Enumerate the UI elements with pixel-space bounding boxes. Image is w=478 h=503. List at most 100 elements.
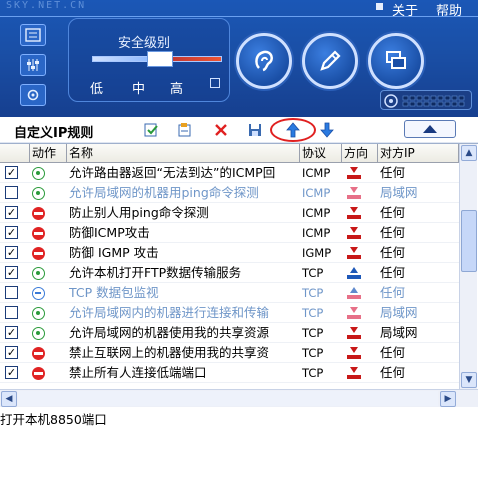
rule-protocol: TCP (302, 306, 324, 320)
options-button[interactable] (20, 84, 46, 106)
app-rules-button[interactable] (236, 33, 292, 89)
rule-protocol: IGMP (302, 246, 332, 260)
rule-name: 防御 IGMP 攻击 (69, 245, 159, 260)
rule-protocol: TCP (302, 366, 324, 380)
app-header: SKY.NET.CN 关于 帮助 安全级别 低 中 高 (0, 0, 478, 117)
rule-enabled-checkbox[interactable]: ✓ (5, 246, 18, 259)
table-row[interactable]: ✓ 禁止互联网上的机器使用我的共享资 TCP 任何 (0, 343, 459, 363)
rule-remote-ip: 任何 (380, 285, 406, 300)
rule-name: 防御ICMP攻击 (69, 225, 150, 240)
scroll-up-button[interactable]: ▲ (461, 145, 477, 161)
rule-protocol: ICMP (302, 206, 331, 220)
rules-title: 自定义IP规则 (14, 126, 94, 141)
deny-icon (32, 367, 45, 380)
log-button[interactable] (20, 24, 46, 46)
rule-name: 允许局域网的机器用ping命令探测 (69, 185, 259, 200)
scroll-right-button[interactable]: ▶ (440, 391, 456, 407)
rule-enabled-checkbox[interactable]: ✓ (5, 366, 18, 379)
rule-enabled-checkbox[interactable]: ✓ (5, 346, 18, 359)
rule-name: 允许本机打开FTP数据传输服务 (69, 265, 242, 280)
rule-remote-ip: 任何 (380, 165, 406, 180)
direction-in-icon (347, 327, 361, 339)
custom-level-box-icon[interactable] (210, 78, 220, 88)
rule-enabled-checkbox[interactable]: ✓ (5, 226, 18, 239)
vertical-scrollbar[interactable]: ▲ ▼ (459, 144, 477, 390)
column-remote-ip[interactable]: 对方IP (378, 144, 459, 163)
save-rules-button[interactable] (246, 121, 264, 139)
allow-icon (32, 267, 45, 280)
table-row[interactable]: ✓ 防止别人用ping命令探测 ICMP 任何 (0, 203, 459, 223)
column-name[interactable]: 名称 (67, 144, 300, 163)
rule-name: 防止别人用ping命令探测 (69, 205, 209, 220)
security-level-slider-thumb[interactable] (147, 51, 173, 67)
ear-icon (255, 50, 273, 72)
rule-remote-ip: 局域网 (380, 325, 418, 340)
add-rule-button[interactable] (142, 121, 160, 139)
rule-name: 允许局域网内的机器进行连接和传输 (69, 305, 270, 320)
direction-in-icon (347, 187, 361, 199)
direction-in-icon (347, 367, 361, 379)
rule-protocol: ICMP (302, 226, 331, 240)
horizontal-scroll-thumb[interactable] (18, 391, 438, 406)
security-level-title: 安全级别 (118, 36, 171, 51)
windows-icon (386, 51, 406, 69)
add-rule-icon (144, 123, 158, 137)
rule-enabled-checkbox[interactable]: ✓ (5, 326, 18, 339)
traffic-indicator (380, 90, 472, 110)
rule-enabled-checkbox[interactable] (5, 286, 18, 299)
table-row[interactable]: ✓ 允许局域网的机器使用我的共享资源 TCP 局域网 (0, 323, 459, 343)
rule-remote-ip: 任何 (380, 205, 406, 220)
pencil-icon (320, 50, 341, 71)
direction-in-icon (347, 227, 361, 239)
scroll-down-button[interactable]: ▼ (461, 372, 477, 388)
table-row[interactable]: ✓ 禁止所有人连接低端端口 TCP 任何 (0, 363, 459, 383)
rule-protocol: ICMP (302, 186, 331, 200)
move-down-button[interactable] (318, 121, 336, 139)
table-row[interactable]: ✓ 允许路由器返回“无法到达”的ICMP回 ICMP 任何 (0, 163, 459, 183)
save-icon (249, 124, 261, 136)
brand-watermark: SKY.NET.CN (6, 0, 87, 11)
delete-rule-button[interactable] (212, 121, 230, 139)
rule-remote-ip: 局域网 (380, 185, 418, 200)
highlight-ring (270, 118, 316, 142)
settings-button[interactable] (20, 54, 46, 76)
log-icon (25, 28, 41, 42)
rule-enabled-checkbox[interactable]: ✓ (5, 266, 18, 279)
rule-remote-ip: 任何 (380, 245, 406, 260)
edit-rule-button[interactable] (176, 121, 194, 139)
rule-enabled-checkbox[interactable] (5, 306, 18, 319)
direction-out-icon (347, 287, 361, 299)
monitor-icon (32, 287, 45, 300)
table-row[interactable]: TCP 数据包监视 TCP 任何 (0, 283, 459, 303)
vertical-scroll-thumb[interactable] (461, 210, 477, 272)
collapse-panel-button[interactable] (404, 120, 456, 138)
rule-enabled-checkbox[interactable]: ✓ (5, 206, 18, 219)
rule-enabled-checkbox[interactable] (5, 186, 18, 199)
rule-protocol: TCP (302, 346, 324, 360)
rule-name: 禁止所有人连接低端端口 (69, 365, 207, 380)
horizontal-scrollbar[interactable]: ◀ ▶ (0, 389, 478, 407)
header-divider (0, 16, 478, 17)
network-status-button[interactable] (368, 33, 424, 89)
level-high-label[interactable]: 高 (170, 78, 183, 97)
rule-enabled-checkbox[interactable]: ✓ (5, 166, 18, 179)
table-row[interactable]: ✓ 允许本机打开FTP数据传输服务 TCP 任何 (0, 263, 459, 283)
level-medium-label[interactable]: 中 (132, 78, 145, 97)
column-checkbox[interactable] (0, 144, 30, 163)
level-low-label[interactable]: 低 (90, 78, 103, 97)
table-row[interactable]: 允许局域网的机器用ping命令探测 ICMP 局域网 (0, 183, 459, 203)
sliders-icon (27, 59, 39, 71)
table-row[interactable]: ✓ 防御ICMP攻击 ICMP 任何 (0, 223, 459, 243)
network-activity-icon (384, 94, 465, 108)
table-row[interactable]: 允许局域网内的机器进行连接和传输 TCP 局域网 (0, 303, 459, 323)
column-direction[interactable]: 方向 (342, 144, 378, 163)
edit-rule-icon (178, 123, 191, 137)
ip-rules-button[interactable] (302, 33, 358, 89)
column-protocol[interactable]: 协议 (300, 144, 342, 163)
column-action[interactable]: 动作 (30, 144, 67, 163)
rule-protocol: TCP (302, 266, 324, 280)
direction-out-icon (347, 267, 361, 279)
direction-in-icon (347, 347, 361, 359)
table-row[interactable]: ✓ 防御 IGMP 攻击 IGMP 任何 (0, 243, 459, 263)
scroll-left-button[interactable]: ◀ (1, 391, 17, 407)
